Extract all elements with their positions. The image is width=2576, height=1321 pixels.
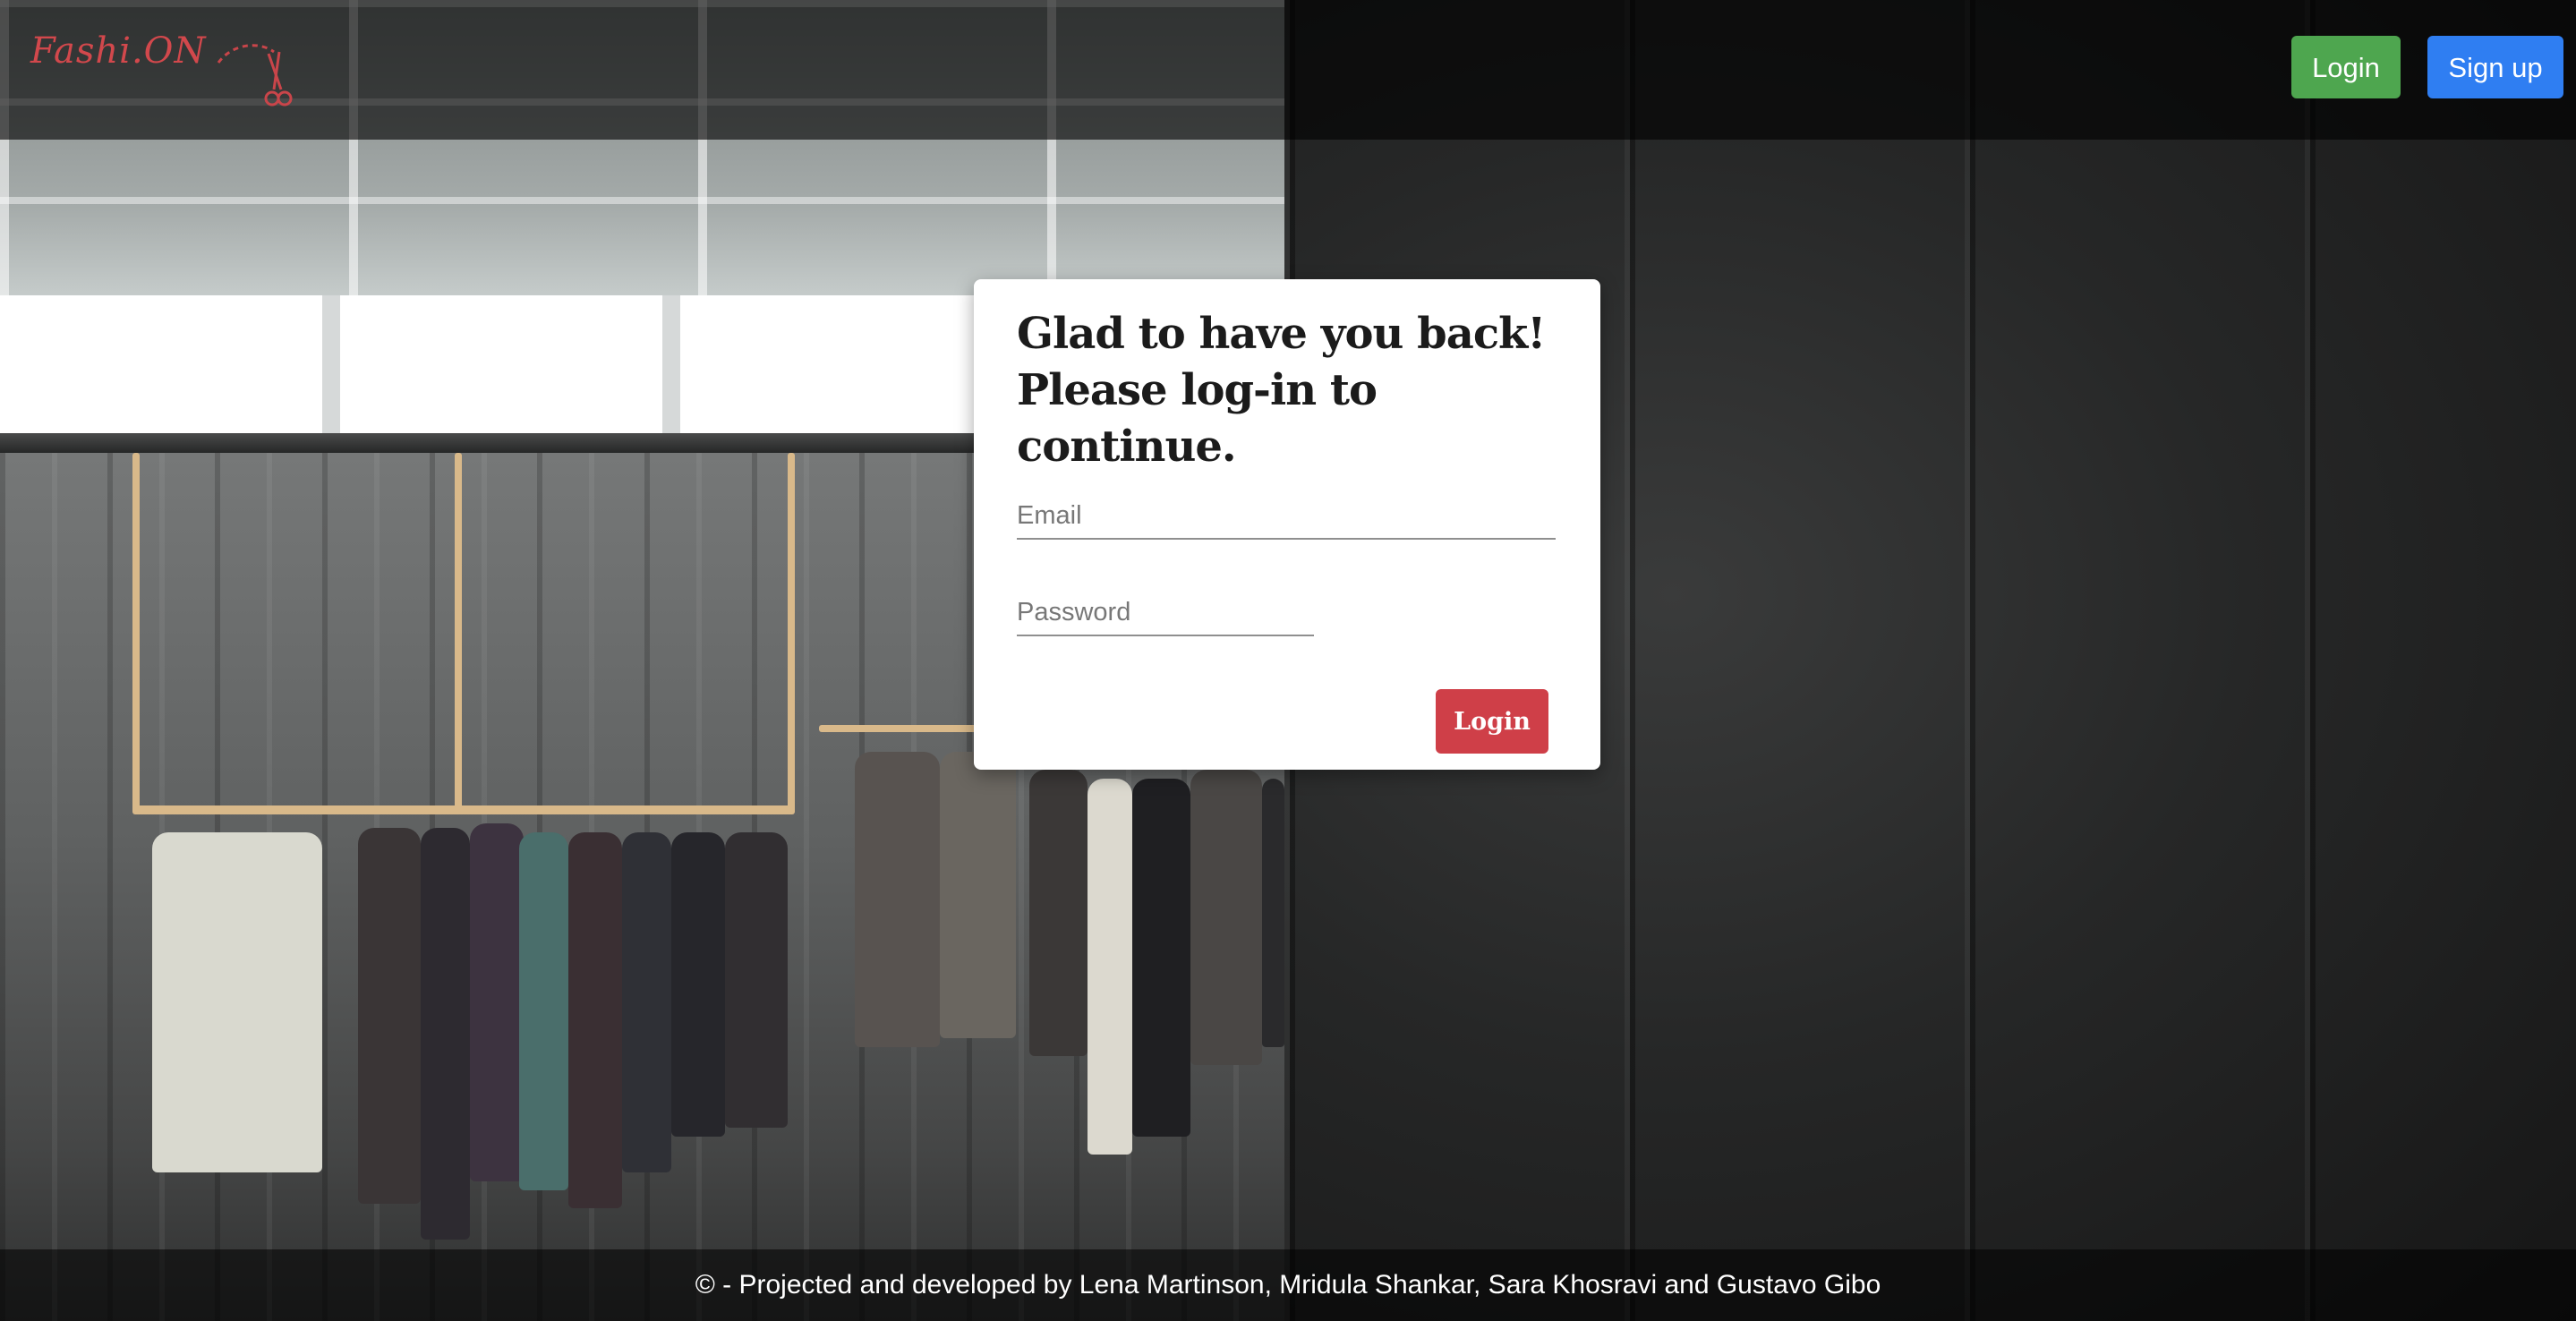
login-card: Glad to have you back! Please log-in to … (974, 279, 1600, 770)
garment (940, 752, 1016, 1038)
garment (421, 828, 470, 1240)
login-heading: Glad to have you back! Please log-in to … (1017, 306, 1572, 475)
login-heading-line1: Glad to have you back! (1017, 309, 1546, 359)
garment (470, 823, 524, 1181)
scissors-icon (217, 44, 293, 107)
password-field[interactable] (1017, 598, 1314, 636)
garment (1029, 770, 1088, 1056)
page: Fashi.ON Login Sign up Glad to have you … (0, 0, 2576, 1321)
garment (855, 752, 940, 1047)
rail-post (132, 453, 140, 811)
top-navbar: Fashi.ON Login Sign up (0, 0, 2576, 140)
garment (622, 832, 671, 1172)
rail-post (455, 453, 462, 811)
garment (358, 828, 421, 1204)
footer-credit: © - Projected and developed by Lena Mart… (0, 1249, 2576, 1321)
clothing-rail (132, 805, 795, 814)
email-field[interactable] (1017, 501, 1556, 540)
garment (1190, 770, 1262, 1065)
garment (1262, 779, 1284, 1047)
shelf (0, 433, 976, 453)
dress (152, 832, 322, 1172)
garment (1088, 779, 1132, 1155)
garment (671, 832, 725, 1137)
header-login-button[interactable]: Login (2291, 36, 2401, 98)
login-submit-button[interactable]: Login (1436, 689, 1548, 754)
brand-logo[interactable]: Fashi.ON (30, 30, 206, 72)
header-signup-button[interactable]: Sign up (2427, 36, 2563, 98)
rail-post (788, 453, 795, 811)
garment (1132, 779, 1190, 1137)
garment (519, 832, 568, 1190)
login-heading-line2: Please log-in to continue. (1017, 365, 1378, 472)
garment (568, 832, 622, 1208)
garment (725, 832, 788, 1128)
